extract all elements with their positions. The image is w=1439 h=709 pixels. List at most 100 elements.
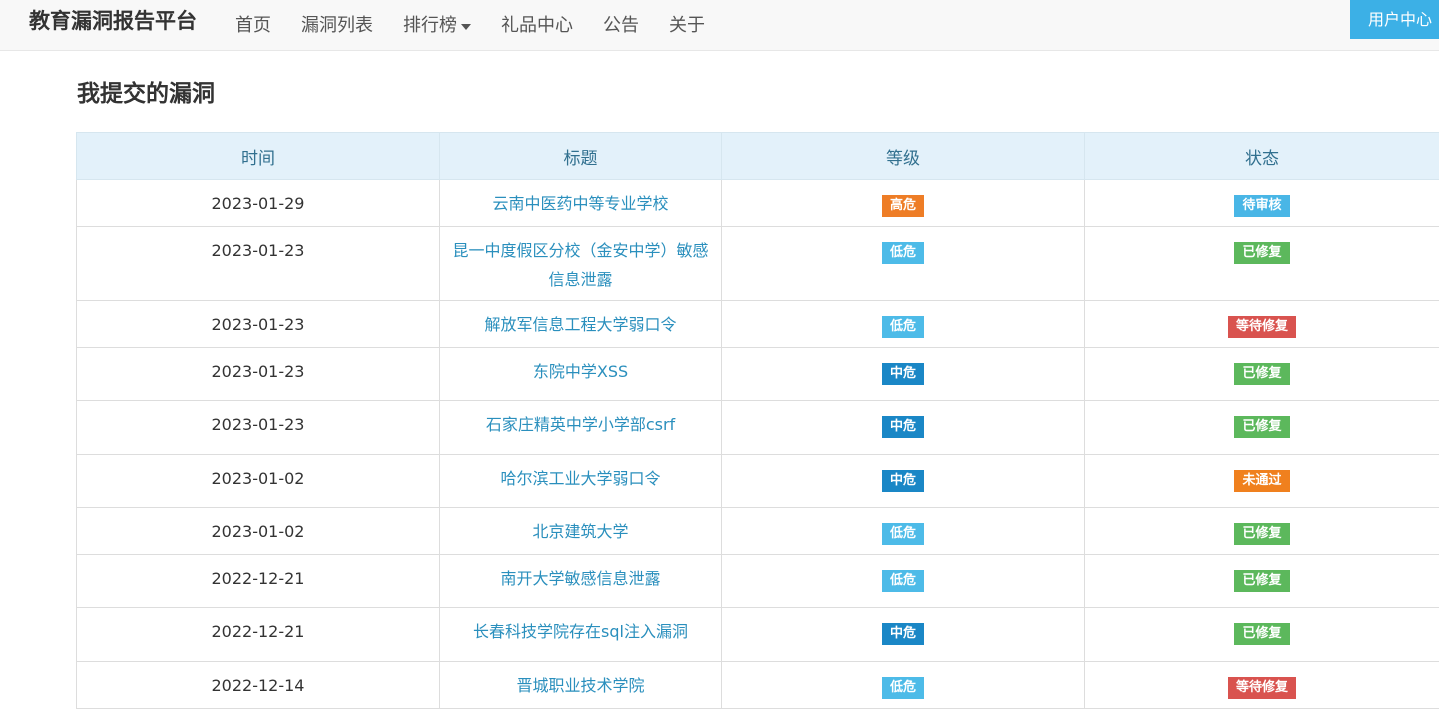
nav-item-ranking[interactable]: 排行榜 [388,6,486,46]
row-status-cell: 已修复 [1084,226,1439,301]
table-row: 2023-01-02 哈尔滨工业大学弱口令 中危 未通过 [76,454,1439,508]
status-badge: 已修复 [1234,523,1290,545]
level-badge: 高危 [881,195,924,217]
status-badge: 已修复 [1234,570,1290,592]
status-badge: 已修复 [1234,623,1290,645]
row-title-cell: 解放军信息工程大学弱口令 [439,300,722,348]
level-badge: 低危 [881,523,924,545]
nav-item-about[interactable]: 关于 [654,6,720,46]
row-title-cell: 石家庄精英中学小学部csrf [439,400,722,455]
nav-item-label: 排行榜 [403,14,457,36]
vuln-title-link[interactable]: 云南中医药中等专业学校 [492,194,668,213]
level-badge: 低危 [881,242,924,264]
status-badge: 未通过 [1234,470,1290,492]
column-header-status: 状态 [1084,132,1439,180]
row-date: 2023-01-02 [76,507,440,555]
vuln-title-link[interactable]: 长春科技学院存在sql注入漏洞 [473,622,688,641]
row-level-cell: 中危 [721,454,1085,508]
row-title-cell: 南开大学敏感信息泄露 [439,554,722,608]
page-title: 我提交的漏洞 [77,81,215,107]
row-level-cell: 低危 [721,507,1085,555]
table-row: 2023-01-23 东院中学XSS 中危 已修复 [76,347,1439,401]
row-level-cell: 低危 [721,661,1085,709]
row-status-cell: 已修复 [1084,347,1439,401]
table-row: 2022-12-21 南开大学敏感信息泄露 低危 已修复 [76,554,1439,608]
table-row: 2023-01-29 云南中医药中等专业学校 高危 待审核 [76,179,1439,227]
vuln-title-link[interactable]: 北京建筑大学 [532,522,628,541]
user-center-button[interactable]: 用户中心 [1350,0,1439,39]
nav-item-home[interactable]: 首页 [220,6,286,46]
row-title-cell: 长春科技学院存在sql注入漏洞 [439,607,722,662]
level-badge: 中危 [881,470,924,492]
table-row: 2023-01-23 解放军信息工程大学弱口令 低危 等待修复 [76,300,1439,348]
nav-item-label: 首页 [235,14,271,36]
row-status-cell: 等待修复 [1084,661,1439,709]
level-badge: 低危 [881,316,924,338]
table-header-row: 时间 标题 等级 状态 [76,132,1439,180]
table-row: 2023-01-23 昆一中度假区分校（金安中学）敏感信息泄露 低危 已修复 [76,226,1439,301]
row-level-cell: 高危 [721,179,1085,227]
row-status-cell: 等待修复 [1084,300,1439,348]
vuln-title-link[interactable]: 石家庄精英中学小学部csrf [486,415,675,434]
row-title-cell: 东院中学XSS [439,347,722,401]
row-level-cell: 低危 [721,300,1085,348]
status-badge: 等待修复 [1227,677,1296,699]
row-date: 2023-01-23 [76,226,440,301]
level-badge: 低危 [881,570,924,592]
nav-item-label: 关于 [669,14,705,36]
status-badge: 已修复 [1234,363,1290,385]
row-date: 2023-01-29 [76,179,440,227]
level-badge: 中危 [881,416,924,438]
row-status-cell: 已修复 [1084,607,1439,662]
row-level-cell: 低危 [721,226,1085,301]
row-title-cell: 北京建筑大学 [439,507,722,555]
level-badge: 低危 [881,677,924,699]
row-level-cell: 中危 [721,607,1085,662]
nav-item-announcement[interactable]: 公告 [588,6,654,46]
brand-logo-text[interactable]: 教育漏洞报告平台 [29,7,197,35]
level-badge: 中危 [881,363,924,385]
table-row: 2022-12-14 晋城职业技术学院 低危 等待修复 [76,661,1439,709]
nav-item-label: 礼品中心 [501,14,573,36]
row-status-cell: 已修复 [1084,507,1439,555]
nav-item-vuln-list[interactable]: 漏洞列表 [286,6,388,46]
table-row: 2023-01-02 北京建筑大学 低危 已修复 [76,507,1439,555]
status-badge: 待审核 [1234,195,1290,217]
status-badge: 已修复 [1234,242,1290,264]
row-date: 2023-01-23 [76,400,440,455]
row-date: 2022-12-21 [76,607,440,662]
nav-item-label: 公告 [603,14,639,36]
top-navbar: 教育漏洞报告平台 首页 漏洞列表 排行榜 礼品中心 公告 关于 用户中心 [0,0,1439,51]
status-badge: 等待修复 [1227,316,1296,338]
row-status-cell: 已修复 [1084,554,1439,608]
row-date: 2022-12-21 [76,554,440,608]
column-header-level: 等级 [721,132,1085,180]
row-date: 2023-01-23 [76,347,440,401]
column-header-title: 标题 [439,132,722,180]
vuln-title-link[interactable]: 哈尔滨工业大学弱口令 [500,469,660,488]
vuln-title-link[interactable]: 东院中学XSS [533,362,628,381]
vuln-title-link[interactable]: 解放军信息工程大学弱口令 [484,315,676,334]
status-badge: 已修复 [1234,416,1290,438]
row-title-cell: 晋城职业技术学院 [439,661,722,709]
row-date: 2022-12-14 [76,661,440,709]
row-level-cell: 中危 [721,347,1085,401]
row-status-cell: 待审核 [1084,179,1439,227]
row-status-cell: 未通过 [1084,454,1439,508]
vuln-table: 时间 标题 等级 状态 2023-01-29 云南中医药中等专业学校 高危 待审核 20… [76,132,1439,709]
column-header-time: 时间 [76,132,440,180]
level-badge: 中危 [881,623,924,645]
row-date: 2023-01-02 [76,454,440,508]
row-title-cell: 哈尔滨工业大学弱口令 [439,454,722,508]
row-title-cell: 云南中医药中等专业学校 [439,179,722,227]
vuln-title-link[interactable]: 昆一中度假区分校（金安中学）敏感信息泄露 [452,241,708,289]
nav-menu: 首页 漏洞列表 排行榜 礼品中心 公告 关于 [220,0,720,51]
table-row: 2023-01-23 石家庄精英中学小学部csrf 中危 已修复 [76,400,1439,455]
row-level-cell: 低危 [721,554,1085,608]
row-title-cell: 昆一中度假区分校（金安中学）敏感信息泄露 [439,226,722,301]
nav-item-gift-center[interactable]: 礼品中心 [486,6,588,46]
vuln-title-link[interactable]: 晋城职业技术学院 [516,676,644,695]
row-status-cell: 已修复 [1084,400,1439,455]
caret-down-icon [461,23,471,30]
vuln-title-link[interactable]: 南开大学敏感信息泄露 [500,569,660,588]
